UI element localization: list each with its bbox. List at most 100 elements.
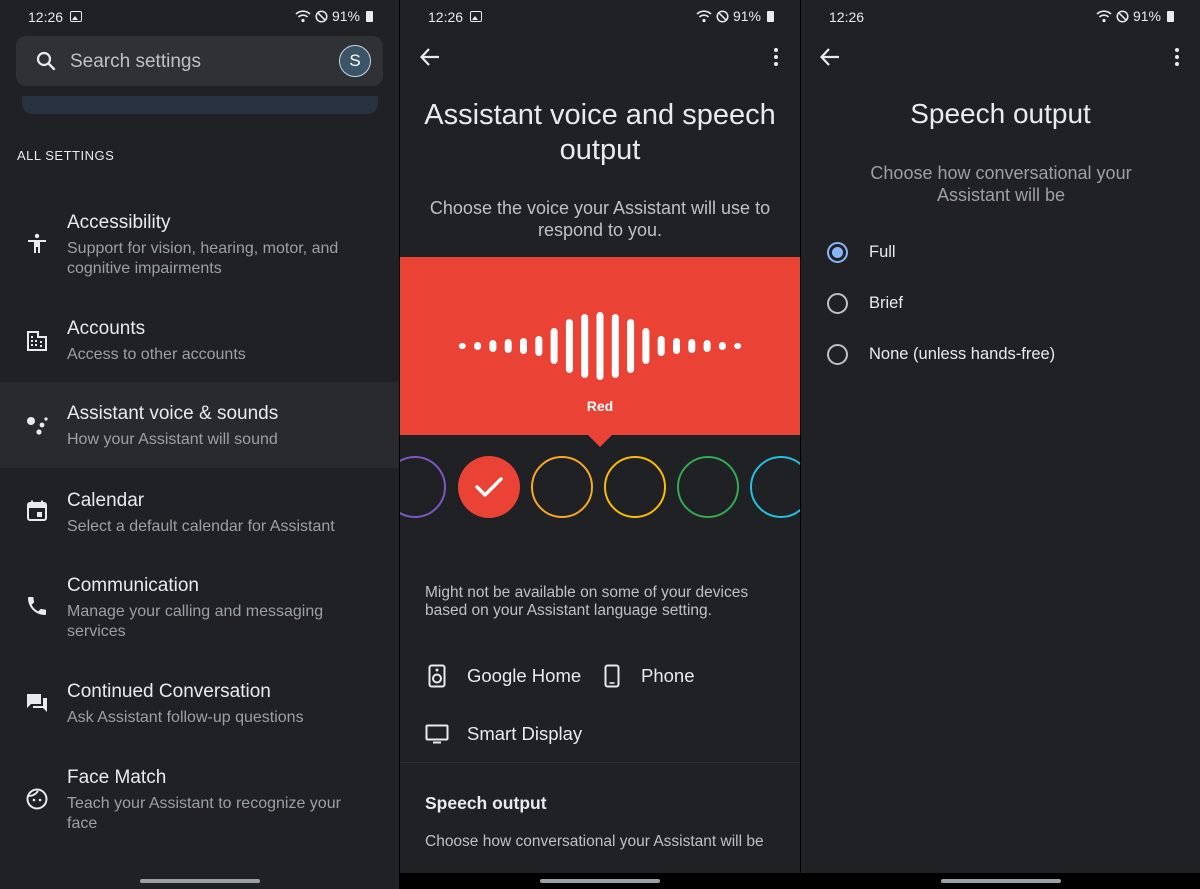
selected-voice-name: Red: [586, 398, 614, 414]
image-notification-icon: [470, 11, 482, 22]
settings-item-assistant-voice[interactable]: Assistant voice & sounds How your Assist…: [0, 382, 399, 468]
option-none-unless-hands-free[interactable]: None (unless hands-free): [827, 338, 1187, 374]
speaker-icon: [428, 664, 446, 688]
avatar[interactable]: S: [339, 45, 371, 77]
waveform-bar: [642, 328, 650, 364]
waveform-bar: [734, 343, 742, 349]
waveform-bar: [520, 338, 527, 354]
wifi-icon: [1096, 10, 1112, 23]
status-bar: 12:26 91%: [400, 0, 800, 34]
accounts-icon: [27, 331, 47, 351]
settings-item-accessibility[interactable]: Accessibility Support for vision, hearin…: [0, 195, 399, 295]
settings-item-accounts[interactable]: Accounts Access to other accounts: [0, 300, 399, 380]
option-full[interactable]: Full: [827, 236, 1187, 272]
option-label: Full: [869, 243, 896, 261]
voice-swatch[interactable]: [604, 456, 666, 518]
phone-icon: [28, 597, 46, 615]
waveform-bar: [596, 312, 604, 380]
waveform-bar: [535, 336, 543, 356]
waveform-bar: [504, 339, 512, 353]
wifi-icon: [295, 10, 311, 23]
voice-swatch[interactable]: [531, 456, 593, 518]
battery-icon: [1167, 10, 1174, 22]
page-subtitle: Choose the voice your Assistant will use…: [429, 198, 771, 240]
voice-preview-card[interactable]: Red: [400, 257, 800, 447]
radio-button[interactable]: [827, 344, 848, 365]
waveform-bar: [458, 343, 466, 349]
voice-waveform-icon: [458, 312, 742, 380]
gesture-bar[interactable]: [940, 879, 1061, 883]
battery-percent: 91%: [732, 8, 761, 24]
speech-output-heading[interactable]: Speech output: [425, 793, 547, 814]
option-brief[interactable]: Brief: [827, 287, 1187, 323]
item-subtitle: How your Assistant will sound: [67, 431, 278, 448]
item-title: Accessibility: [67, 212, 171, 233]
waveform-bar: [703, 340, 711, 352]
item-title: Accounts: [67, 318, 146, 339]
settings-item-communication[interactable]: Communication Manage your calling and me…: [0, 558, 399, 658]
check-icon: [475, 477, 503, 497]
page-title: Speech output: [910, 98, 1091, 129]
item-subtitle: Access to other accounts: [67, 346, 246, 363]
back-arrow-icon[interactable]: [419, 46, 441, 68]
settings-item-calendar[interactable]: Calendar Select a default calendar for A…: [0, 472, 399, 552]
waveform-bar: [489, 340, 497, 352]
waveform-bar: [718, 342, 726, 350]
more-options-icon[interactable]: [771, 46, 781, 68]
search-icon: [36, 51, 56, 71]
radio-button[interactable]: [827, 293, 848, 314]
voice-swatch[interactable]: [677, 456, 739, 518]
waveform-bar: [688, 339, 696, 353]
do-not-disturb-icon: [315, 9, 328, 23]
voice-swatch[interactable]: [750, 456, 800, 518]
voice-panel: 12:26 91% Assistant voice and speech out…: [400, 0, 800, 889]
option-label: None (unless hands-free): [869, 345, 1056, 363]
status-bar: 12:26 91%: [0, 0, 399, 34]
more-options-icon[interactable]: [1172, 46, 1182, 68]
option-label: Brief: [869, 294, 903, 312]
waveform-bar: [474, 342, 482, 350]
waveform-bar: [565, 319, 573, 373]
item-subtitle: Select a default calendar for Assistant: [67, 518, 335, 535]
accessibility-icon: [28, 233, 46, 253]
search-bar[interactable]: Search settings S: [16, 36, 383, 86]
waveform-bar: [657, 336, 665, 356]
waveform-bar: [627, 319, 635, 373]
voice-swatch[interactable]: [400, 456, 446, 518]
item-title: Face Match: [67, 767, 167, 788]
search-input[interactable]: Search settings: [70, 51, 201, 73]
availability-note: Might not be available on some of your d…: [425, 584, 749, 619]
section-header: ALL SETTINGS: [17, 148, 115, 163]
item-title: Assistant voice & sounds: [67, 403, 279, 424]
waveform-bar: [611, 314, 619, 378]
radio-button-selected[interactable]: [827, 242, 848, 263]
wifi-icon: [696, 10, 712, 23]
speech-output-description[interactable]: Choose how conversational your Assistant…: [425, 833, 775, 851]
waveform-bar: [581, 314, 589, 378]
item-title: Calendar: [67, 490, 145, 511]
item-subtitle: Support for vision, hearing, motor, and …: [67, 240, 339, 277]
do-not-disturb-icon: [1116, 9, 1129, 23]
back-arrow-icon[interactable]: [819, 46, 841, 68]
image-notification-icon: [70, 11, 82, 22]
item-subtitle: Teach your Assistant to recognize your f…: [67, 795, 341, 832]
battery-icon: [767, 10, 774, 22]
waveform-bar: [673, 338, 680, 354]
waveform-bar: [550, 328, 558, 364]
chat-icon: [27, 694, 47, 712]
settings-item-face-match[interactable]: Face Match Teach your Assistant to recog…: [0, 750, 399, 850]
divider: [400, 762, 800, 763]
settings-item-continued-conversation[interactable]: Continued Conversation Ask Assistant fol…: [0, 664, 399, 744]
do-not-disturb-icon: [716, 9, 729, 23]
item-title: Continued Conversation: [67, 681, 271, 702]
page-subtitle: Choose how conversational your Assistant…: [870, 163, 1132, 205]
speech-output-panel: 12:26 91% Speech output Choose how conve…: [801, 0, 1200, 889]
device-smart-display: Smart Display: [467, 723, 583, 744]
item-subtitle: Ask Assistant follow-up questions: [67, 709, 304, 726]
voice-swatch-selected[interactable]: [458, 456, 520, 518]
gesture-bar[interactable]: [540, 879, 660, 883]
status-time: 12:26: [28, 9, 64, 25]
assistant-icon: [27, 417, 48, 435]
item-subtitle: Manage your calling and messaging servic…: [67, 603, 324, 640]
gesture-bar[interactable]: [139, 879, 260, 883]
